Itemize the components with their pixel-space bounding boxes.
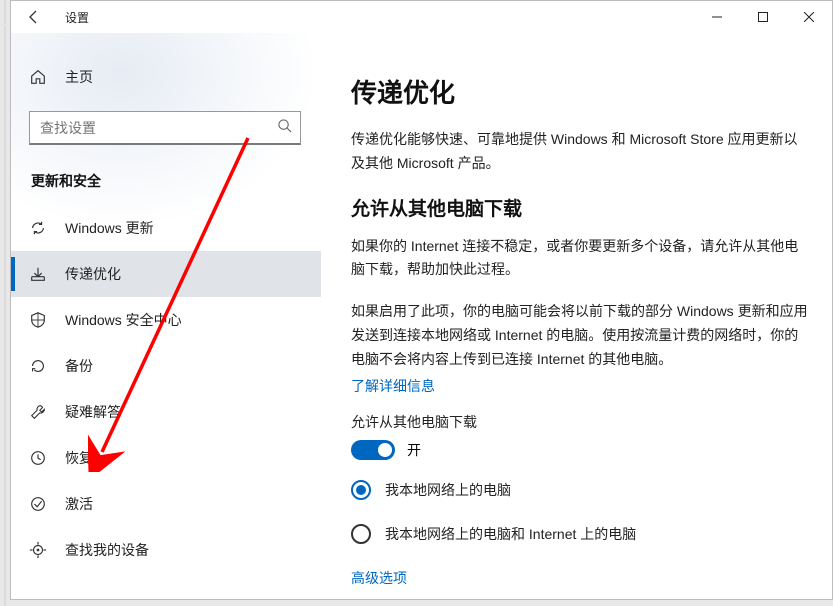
close-button[interactable] xyxy=(786,1,832,33)
sidebar-item-windows-security[interactable]: Windows 安全中心 xyxy=(11,297,321,343)
sidebar-home[interactable]: 主页 xyxy=(11,57,321,97)
shield-icon xyxy=(29,311,47,329)
sync-icon xyxy=(29,219,47,237)
radio-icon xyxy=(351,524,371,544)
minimize-button[interactable] xyxy=(694,1,740,33)
radio-option-local[interactable]: 我本地网络上的电脑 xyxy=(351,480,808,500)
check-circle-icon xyxy=(29,495,47,513)
location-icon xyxy=(29,541,47,559)
sidebar-item-label: Windows 安全中心 xyxy=(65,310,182,330)
sidebar-item-label: 恢复 xyxy=(65,448,93,468)
sidebar-section-title: 更新和安全 xyxy=(31,171,321,191)
sidebar-item-find-my-device[interactable]: 查找我的设备 xyxy=(11,527,321,573)
allow-download-toggle[interactable] xyxy=(351,440,395,460)
recovery-icon xyxy=(29,449,47,467)
search-icon xyxy=(277,118,292,138)
page-title: 传递优化 xyxy=(351,73,808,110)
wrench-icon xyxy=(29,403,47,421)
radio-label: 我本地网络上的电脑和 Internet 上的电脑 xyxy=(385,524,636,544)
delivery-icon xyxy=(29,265,47,283)
sidebar-item-label: 备份 xyxy=(65,356,93,376)
sidebar: 主页 更新和安全 Windows 更新 传递优化 xyxy=(11,33,321,599)
sidebar-item-delivery-optimization[interactable]: 传递优化 xyxy=(11,251,321,297)
advanced-options-link[interactable]: 高级选项 xyxy=(351,568,808,588)
learn-more-link[interactable]: 了解详细信息 xyxy=(351,376,808,396)
paragraph-2: 如果启用了此项，你的电脑可能会将以前下载的部分 Windows 更新和应用发送到… xyxy=(351,300,808,371)
section-heading: 允许从其他电脑下载 xyxy=(351,194,808,221)
sidebar-item-backup[interactable]: 备份 xyxy=(11,343,321,389)
window-title: 设置 xyxy=(65,9,89,26)
intro-text: 传递优化能够快速、可靠地提供 Windows 和 Microsoft Store… xyxy=(351,128,808,176)
toggle-label: 允许从其他电脑下载 xyxy=(351,412,808,432)
sidebar-item-windows-update[interactable]: Windows 更新 xyxy=(11,205,321,251)
sidebar-item-label: 查找我的设备 xyxy=(65,540,149,560)
sidebar-home-label: 主页 xyxy=(65,67,93,87)
sidebar-nav: Windows 更新 传递优化 Windows 安全中心 备份 xyxy=(11,205,321,573)
sidebar-item-label: Windows 更新 xyxy=(65,218,154,238)
sidebar-item-activation[interactable]: 激活 xyxy=(11,481,321,527)
sidebar-item-troubleshoot[interactable]: 疑难解答 xyxy=(11,389,321,435)
main-panel: 传递优化 传递优化能够快速、可靠地提供 Windows 和 Microsoft … xyxy=(321,33,832,599)
sidebar-item-label: 传递优化 xyxy=(65,264,121,284)
home-icon xyxy=(29,68,47,86)
back-button[interactable] xyxy=(17,1,51,33)
paragraph-1: 如果你的 Internet 连接不稳定，或者你要更新多个设备，请允许从其他电脑下… xyxy=(351,235,808,283)
maximize-button[interactable] xyxy=(740,1,786,33)
titlebar: 设置 xyxy=(11,1,832,33)
backup-icon xyxy=(29,357,47,375)
radio-option-local-internet[interactable]: 我本地网络上的电脑和 Internet 上的电脑 xyxy=(351,524,808,544)
toggle-state-text: 开 xyxy=(407,440,421,460)
sidebar-item-label: 激活 xyxy=(65,494,93,514)
settings-window: 设置 主页 xyxy=(10,0,833,600)
sidebar-item-label: 疑难解答 xyxy=(65,402,121,422)
radio-icon xyxy=(351,480,371,500)
search-input[interactable] xyxy=(40,120,277,136)
radio-label: 我本地网络上的电脑 xyxy=(385,480,511,500)
search-box[interactable] xyxy=(29,111,301,145)
sidebar-item-recovery[interactable]: 恢复 xyxy=(11,435,321,481)
